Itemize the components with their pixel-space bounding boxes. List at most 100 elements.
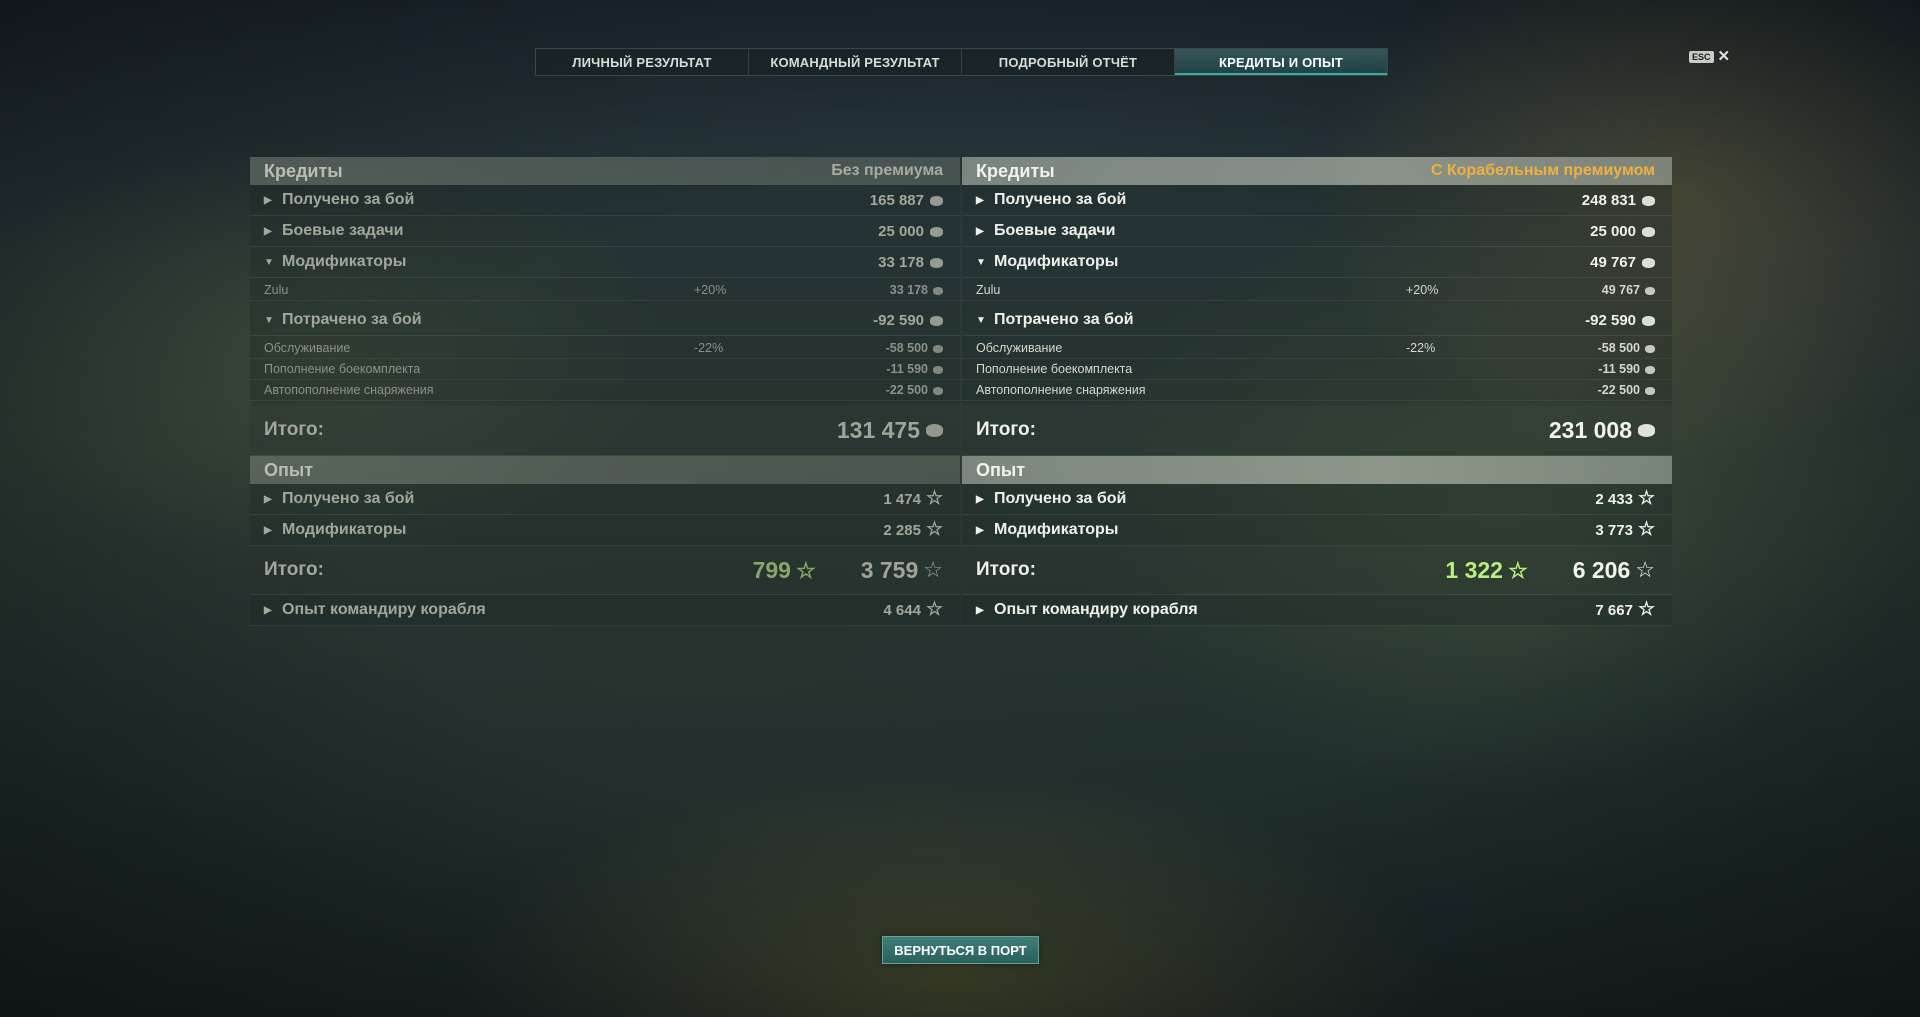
row-percent: -22% — [1406, 341, 1436, 355]
xp-earned-row[interactable]: ▶ Получено за бой 2 433 ☆ — [962, 484, 1672, 515]
consumables-row: Автопополнение снаряжения -22 500 — [962, 380, 1672, 401]
spent-row[interactable]: ▼ Потрачено за бой -92 590 — [962, 305, 1672, 336]
xp-modifiers-row[interactable]: ▶ Модификаторы 3 773 ☆ — [962, 515, 1672, 546]
close-button[interactable]: ESC ✕ — [1689, 49, 1730, 64]
row-value: -58 500 — [885, 341, 928, 355]
row-value: 33 178 — [878, 253, 924, 271]
xp-total-row: Итого: 1 322 ☆ 6 206 ☆ — [962, 546, 1672, 595]
credits-total-row: Итого: 131 475 — [250, 405, 960, 456]
star-icon: ☆ — [795, 558, 816, 584]
coin-icon — [930, 315, 943, 326]
triangle-down-icon: ▼ — [264, 256, 274, 268]
triangle-right-icon: ▶ — [264, 524, 272, 536]
modifiers-row[interactable]: ▼ Модификаторы 33 178 — [250, 247, 960, 278]
zulu-row: Zulu +20% 33 178 — [250, 280, 960, 301]
coin-icon — [933, 344, 943, 353]
premium-status-label: Без премиума — [831, 162, 943, 179]
credits-title: Кредиты — [976, 160, 1055, 181]
row-label: Обслуживание — [264, 341, 351, 355]
triangle-right-icon: ▶ — [976, 524, 984, 536]
star-icon: ☆ — [1637, 519, 1655, 540]
row-label: Получено за бой — [994, 490, 1127, 507]
coin-icon — [1645, 365, 1655, 374]
coin-icon — [1645, 386, 1655, 395]
row-label: Получено за бой — [282, 490, 415, 507]
total-value: 131 475 — [836, 416, 920, 443]
commander-xp-row[interactable]: ▶ Опыт командиру корабля 4 644 ☆ — [250, 595, 960, 626]
total-label: Итого: — [264, 559, 324, 580]
total-label: Итого: — [976, 419, 1036, 440]
spent-details: Обслуживание -22% -58 500 Пополнение бое… — [962, 336, 1672, 405]
triangle-down-icon: ▼ — [976, 314, 986, 326]
coin-icon — [1638, 423, 1655, 437]
row-value: -22 500 — [885, 383, 928, 397]
modifiers-row[interactable]: ▼ Модификаторы 49 767 — [962, 247, 1672, 278]
free-xp-number: 799 — [752, 556, 791, 583]
row-value: -92 590 — [873, 311, 924, 329]
tab-team-result[interactable]: КОМАНДНЫЙ РЕЗУЛЬТАТ — [749, 49, 962, 75]
return-to-port-button[interactable]: ВЕРНУТЬСЯ В ПОРТ — [882, 936, 1039, 964]
row-value: 2 433 — [1595, 490, 1633, 508]
row-label: Получено за бой — [994, 191, 1127, 208]
tab-personal-result[interactable]: ЛИЧНЫЙ РЕЗУЛЬТАТ — [536, 49, 749, 75]
xp-modifiers-row[interactable]: ▶ Модификаторы 2 285 ☆ — [250, 515, 960, 546]
coin-icon — [1642, 195, 1655, 206]
total-value: 6 206 — [1572, 556, 1631, 583]
row-label: Zulu — [976, 283, 1001, 297]
xp-header: Опыт — [962, 456, 1672, 484]
row-percent: +20% — [694, 283, 727, 297]
service-row: Обслуживание -22% -58 500 — [962, 338, 1672, 359]
xp-title: Опыт — [976, 459, 1026, 480]
total-label: Итого: — [264, 419, 324, 440]
xp-total-row: Итого: 799 ☆ 3 759 ☆ — [250, 546, 960, 595]
premium-status-label: С Корабельным премиумом — [1430, 162, 1655, 179]
panel-no-premium: Кредиты Без премиума ▶ Получено за бой 1… — [250, 157, 960, 626]
combat-missions-row[interactable]: ▶ Боевые задачи 25 000 — [962, 216, 1672, 247]
credits-earned-row[interactable]: ▶ Получено за бой 165 887 — [250, 185, 960, 216]
total-value: 3 759 — [860, 556, 919, 583]
star-icon: ☆ — [925, 599, 943, 620]
row-value: -22 500 — [1597, 383, 1640, 397]
row-label: Получено за бой — [282, 191, 415, 208]
tab-bar: ЛИЧНЫЙ РЕЗУЛЬТАТ КОМАНДНЫЙ РЕЗУЛЬТАТ ПОД… — [535, 48, 1388, 76]
row-label: Модификаторы — [994, 521, 1119, 538]
credits-header: Кредиты С Корабельным премиумом — [962, 157, 1672, 185]
row-label: Zulu — [264, 283, 289, 297]
xp-title: Опыт — [264, 459, 314, 480]
triangle-right-icon: ▶ — [976, 493, 984, 505]
spent-row[interactable]: ▼ Потрачено за бой -92 590 — [250, 305, 960, 336]
coin-icon — [1642, 257, 1655, 268]
coin-icon — [933, 365, 943, 374]
star-icon: ☆ — [923, 557, 943, 582]
triangle-right-icon: ▶ — [264, 225, 272, 237]
row-value: 165 887 — [869, 191, 924, 209]
row-value: -92 590 — [1585, 311, 1636, 329]
tab-credits-and-xp[interactable]: КРЕДИТЫ И ОПЫТ — [1175, 49, 1387, 75]
credits-total-row: Итого: 231 008 — [962, 405, 1672, 456]
credits-earned-row[interactable]: ▶ Получено за бой 248 831 — [962, 185, 1672, 216]
row-value: -11 590 — [886, 362, 928, 376]
triangle-right-icon: ▶ — [264, 604, 272, 616]
row-percent: +20% — [1406, 283, 1439, 297]
free-xp-number: 1 322 — [1445, 556, 1503, 583]
xp-earned-row[interactable]: ▶ Получено за бой 1 474 ☆ — [250, 484, 960, 515]
row-label: Модификаторы — [282, 253, 407, 270]
row-label: Боевые задачи — [994, 222, 1116, 239]
tab-detailed-report[interactable]: ПОДРОБНЫЙ ОТЧЁТ — [962, 49, 1175, 75]
row-label: Пополнение боекомплекта — [976, 362, 1133, 376]
total-label: Итого: — [976, 559, 1036, 580]
star-icon: ☆ — [925, 488, 943, 509]
star-icon: ☆ — [1507, 558, 1528, 584]
combat-missions-row[interactable]: ▶ Боевые задачи 25 000 — [250, 216, 960, 247]
row-value: 3 773 — [1595, 521, 1633, 539]
commander-xp-row[interactable]: ▶ Опыт командиру корабля 7 667 ☆ — [962, 595, 1672, 626]
star-icon: ☆ — [1637, 488, 1655, 509]
row-label: Пополнение боекомплекта — [264, 362, 421, 376]
coin-icon — [1645, 286, 1655, 295]
coin-icon — [926, 423, 943, 437]
modifiers-details: Zulu +20% 49 767 — [962, 278, 1672, 305]
row-label: Модификаторы — [994, 253, 1119, 270]
row-label: Потрачено за бой — [994, 311, 1134, 328]
row-label: Автопополнение снаряжения — [976, 383, 1146, 397]
row-value: 49 767 — [1590, 253, 1636, 271]
